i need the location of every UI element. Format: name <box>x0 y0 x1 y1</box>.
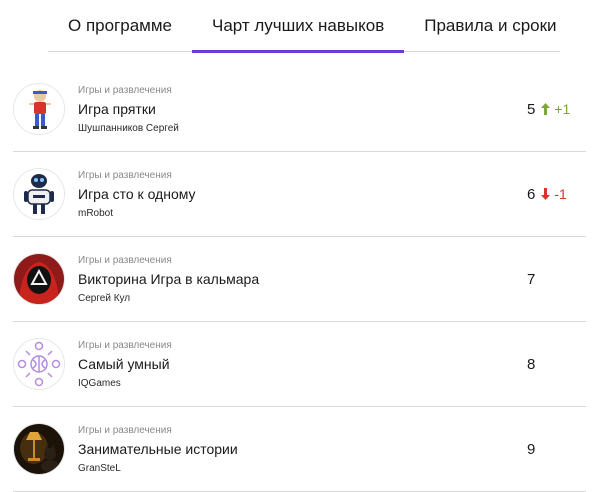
skill-title: Занимательные истории <box>78 440 238 457</box>
skill-author: mRobot <box>78 207 114 219</box>
squid-game-guard-icon <box>13 253 65 305</box>
cat-lamp-icon <box>13 423 65 475</box>
rank-number: 9 <box>527 440 536 458</box>
list-item[interactable]: Игры и развлечения Викторина Игра в каль… <box>13 237 586 322</box>
tab-about[interactable]: О программе <box>48 0 192 51</box>
skill-title: Викторина Игра в кальмара <box>78 270 260 287</box>
rank-cell: 9 <box>527 407 535 491</box>
rank-cell: 8 <box>527 322 535 406</box>
skill-category: Игры и развлечения <box>78 424 172 436</box>
skill-list: Игры и развлечения Игра прятки Шушпанник… <box>13 67 586 492</box>
list-item[interactable]: Игры и развлечения Занимательные истории… <box>13 407 586 492</box>
rank-cell: 6 -1 <box>527 152 567 236</box>
skill-category: Игры и развлечения <box>78 254 172 266</box>
rank-change: +1 <box>541 101 570 117</box>
skill-title: Самый умный <box>78 355 170 372</box>
skill-author: GranSteL <box>78 462 121 474</box>
rank-delta: -1 <box>554 186 567 202</box>
brain-network-icon <box>13 338 65 390</box>
skill-author: IQGames <box>78 377 121 389</box>
rank-number: 8 <box>527 355 536 373</box>
arrow-up-icon <box>541 103 551 115</box>
rank-number: 7 <box>527 270 536 288</box>
tab-bar: О программе Чарт лучших навыков Правила … <box>48 0 560 53</box>
rank-number: 6 <box>527 185 536 203</box>
skill-author: Шушпанников Сергей <box>78 122 179 134</box>
list-item[interactable]: Игры и развлечения Самый умный IQGames 8 <box>13 322 586 407</box>
rank-cell: 7 <box>527 237 535 321</box>
rank-cell: 5 +1 <box>527 67 570 151</box>
rank-change: -1 <box>541 186 567 202</box>
skill-category: Игры и развлечения <box>78 339 172 351</box>
rank-number: 5 <box>527 100 536 118</box>
skill-category: Игры и развлечения <box>78 84 172 96</box>
skill-category: Игры и развлечения <box>78 169 172 181</box>
rank-delta: +1 <box>554 101 571 117</box>
cartoon-boy-icon <box>13 83 65 135</box>
list-item[interactable]: Игры и развлечения Игра прятки Шушпанник… <box>13 67 586 152</box>
skill-title: Игра прятки <box>78 100 156 117</box>
skill-author: Сергей Кул <box>78 292 131 304</box>
skill-title: Игра сто к одному <box>78 185 196 202</box>
tab-chart[interactable]: Чарт лучших навыков <box>192 0 405 53</box>
robot-icon <box>13 168 65 220</box>
list-item[interactable]: Игры и развлечения Игра сто к одному mRo… <box>13 152 586 237</box>
tab-rules[interactable]: Правила и сроки <box>404 0 576 51</box>
arrow-down-icon <box>541 188 551 200</box>
